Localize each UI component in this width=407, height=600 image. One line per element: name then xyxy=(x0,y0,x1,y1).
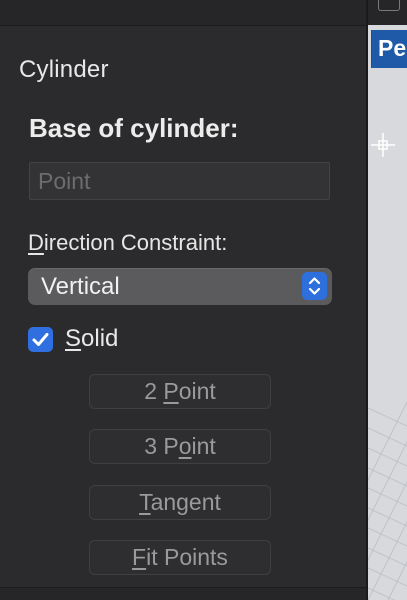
crosshair-icon xyxy=(371,133,395,157)
fit-points-mnemonic: F xyxy=(132,544,147,570)
two-point-button[interactable]: 2 Point xyxy=(89,374,271,409)
two-point-pre: 2 xyxy=(144,378,164,404)
direction-constraint-label: Direction Constraint: xyxy=(28,230,227,256)
cylinder-dialog-window: Cylinder Base of cylinder: Direction Con… xyxy=(0,0,407,600)
two-point-post: oint xyxy=(178,378,216,404)
solid-checkbox[interactable] xyxy=(28,327,53,352)
chevron-up-down-icon[interactable] xyxy=(302,272,327,300)
viewport-toolbar-box xyxy=(378,0,400,11)
tangent-mnemonic: T xyxy=(139,489,151,515)
three-point-post: int xyxy=(191,433,216,459)
solid-label-text: olid xyxy=(81,325,119,352)
panel-top-bar xyxy=(0,0,366,26)
solid-label: Solid xyxy=(65,325,118,353)
fit-points-post: it Points xyxy=(146,544,228,570)
cylinder-panel: Cylinder Base of cylinder: Direction Con… xyxy=(0,0,366,600)
base-of-cylinder-label: Base of cylinder: xyxy=(29,113,239,143)
tangent-button[interactable]: Tangent xyxy=(89,485,271,520)
direction-constraint-value: Vertical xyxy=(41,273,120,300)
panel-title: Cylinder xyxy=(19,56,109,83)
three-point-pre: 3 P xyxy=(144,433,179,459)
three-point-button[interactable]: 3 Point xyxy=(89,429,271,464)
base-point-input[interactable] xyxy=(29,162,330,200)
perspective-viewport[interactable]: Pe xyxy=(368,0,407,600)
direction-label-text: irection Constraint: xyxy=(43,230,228,255)
viewport-top-bar xyxy=(368,0,407,25)
viewport-title-text: Pe xyxy=(378,35,407,61)
checkmark-icon xyxy=(32,333,49,346)
viewport-title-tab[interactable]: Pe xyxy=(371,30,407,68)
panel-bottom-bar xyxy=(0,587,366,600)
solid-mnemonic: S xyxy=(65,325,82,352)
tangent-post: angent xyxy=(150,489,221,515)
three-point-mnemonic: o xyxy=(178,433,192,459)
two-point-mnemonic: P xyxy=(163,378,179,404)
direction-constraint-select[interactable]: Vertical xyxy=(28,268,332,305)
fit-points-button[interactable]: Fit Points xyxy=(89,540,271,575)
direction-mnemonic: D xyxy=(28,230,44,255)
